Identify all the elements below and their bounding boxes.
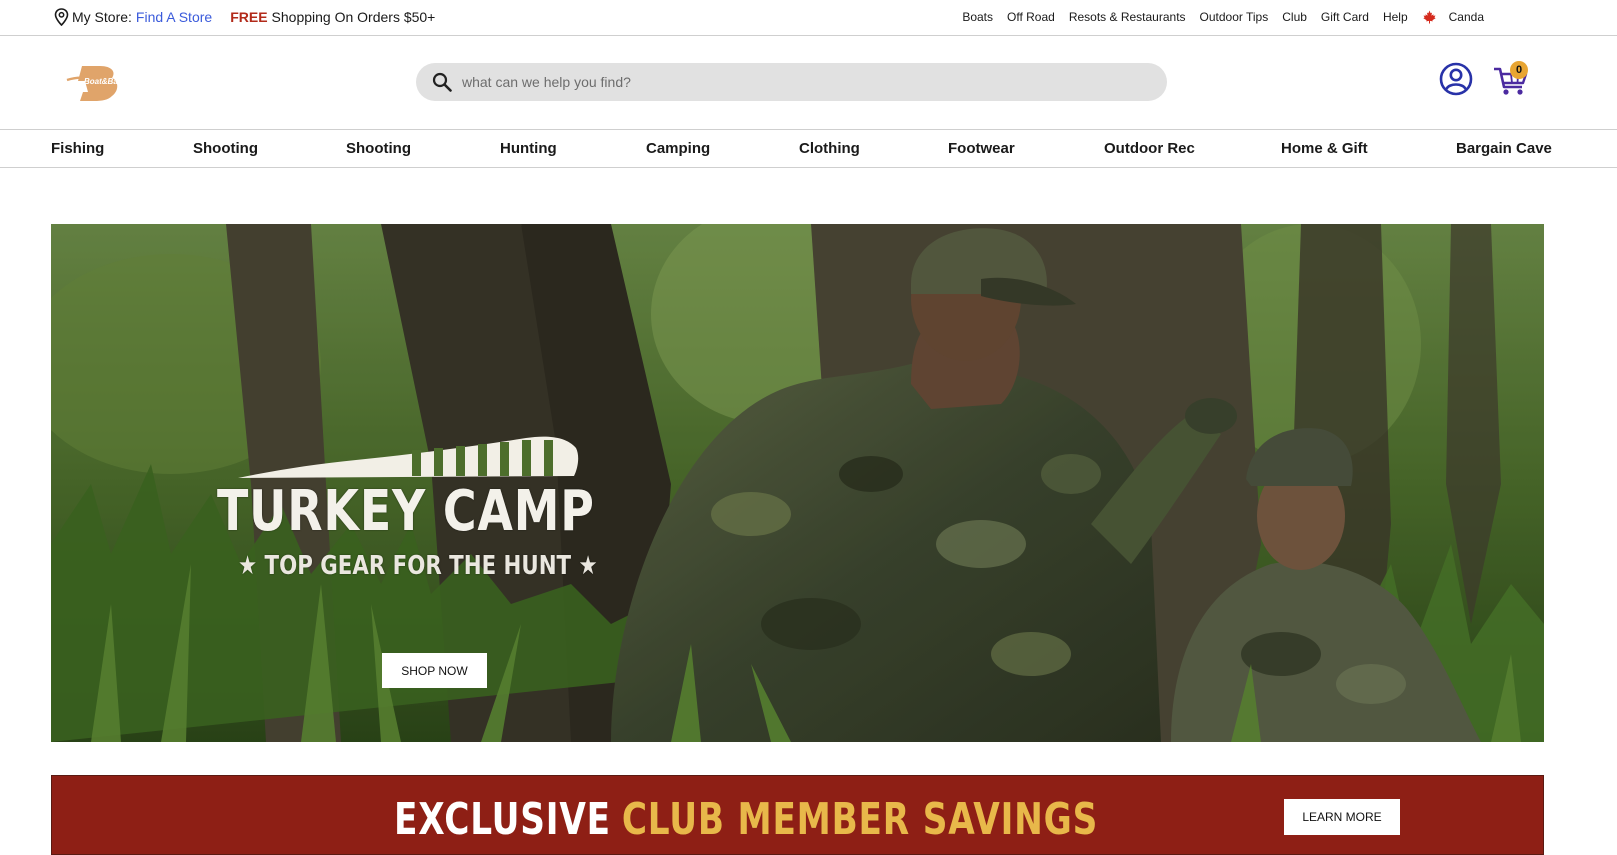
utility-link-resorts[interactable]: Resots & Restaurants [1069, 10, 1186, 24]
map-pin-icon [54, 8, 69, 26]
nav-item-outdoor-rec[interactable]: Outdoor Rec [1104, 140, 1195, 157]
promo-headline: EXCLUSIVE CLUB MEMBER SAVINGS [394, 794, 1098, 845]
utility-link-club[interactable]: Club [1282, 10, 1307, 24]
search-icon[interactable] [432, 72, 452, 92]
nav-item-camping[interactable]: Camping [646, 140, 710, 157]
promo-text-gold: CLUB MEMBER SAVINGS [621, 794, 1099, 845]
hero-subtitle: ★ TOP GEAR FOR THE HUNT ★ [238, 551, 598, 581]
nav-item-shooting[interactable]: Shooting [193, 140, 258, 157]
nav-item-shooting-2[interactable]: Shooting [346, 140, 411, 157]
utility-link-help[interactable]: Help [1383, 10, 1408, 24]
canada-flag-icon[interactable] [1422, 10, 1437, 24]
brand-logo[interactable]: Boat&Bait [66, 60, 132, 104]
nav-item-clothing[interactable]: Clothing [799, 140, 860, 157]
club-promo-banner[interactable]: EXCLUSIVE CLUB MEMBER SAVINGS LEARN MORE [51, 775, 1544, 855]
nav-item-bargain-cave[interactable]: Bargain Cave [1456, 140, 1552, 157]
utility-link-outdoor-tips[interactable]: Outdoor Tips [1200, 10, 1269, 24]
learn-more-button[interactable]: LEARN MORE [1284, 799, 1400, 835]
search-bar[interactable] [416, 63, 1167, 101]
user-circle-icon[interactable] [1439, 62, 1473, 96]
shop-now-button[interactable]: SHOP NOW [382, 653, 487, 688]
free-label: FREE [230, 9, 268, 25]
hero-title: TURKEY CAMP [217, 479, 595, 544]
promo-text-white: EXCLUSIVE [394, 794, 611, 845]
nav-item-fishing[interactable]: Fishing [51, 140, 104, 157]
store-label: My Store: [72, 9, 132, 25]
category-nav: Fishing Shooting Shooting Hunting Campin… [0, 130, 1617, 168]
search-input[interactable] [462, 74, 1142, 90]
utility-bar: My Store: Find A Store FREE Shopping On … [0, 0, 1617, 36]
utility-link-off-road[interactable]: Off Road [1007, 10, 1055, 24]
site-header: Boat&Bait 0 [0, 36, 1617, 130]
nav-item-hunting[interactable]: Hunting [500, 140, 557, 157]
find-store-link[interactable]: Find A Store [136, 9, 212, 25]
utility-links: Boats Off Road Resots & Restaurants Outd… [962, 10, 1484, 24]
feather-graphic [238, 436, 579, 478]
store-locator: My Store: Find A Store FREE Shopping On … [54, 8, 435, 26]
svg-text:Boat&Bait: Boat&Bait [84, 77, 123, 86]
cart-count-badge: 0 [1510, 61, 1528, 79]
hero-banner[interactable]: TURKEY CAMP ★ TOP GEAR FOR THE HUNT ★ SH… [51, 224, 1544, 742]
shipping-text: Shopping On Orders $50+ [271, 9, 436, 25]
nav-item-footwear[interactable]: Footwear [948, 140, 1015, 157]
nav-item-home-gift[interactable]: Home & Gift [1281, 140, 1368, 157]
country-selector[interactable]: Canda [1449, 10, 1484, 24]
utility-link-gift-card[interactable]: Gift Card [1321, 10, 1369, 24]
utility-link-boats[interactable]: Boats [962, 10, 993, 24]
